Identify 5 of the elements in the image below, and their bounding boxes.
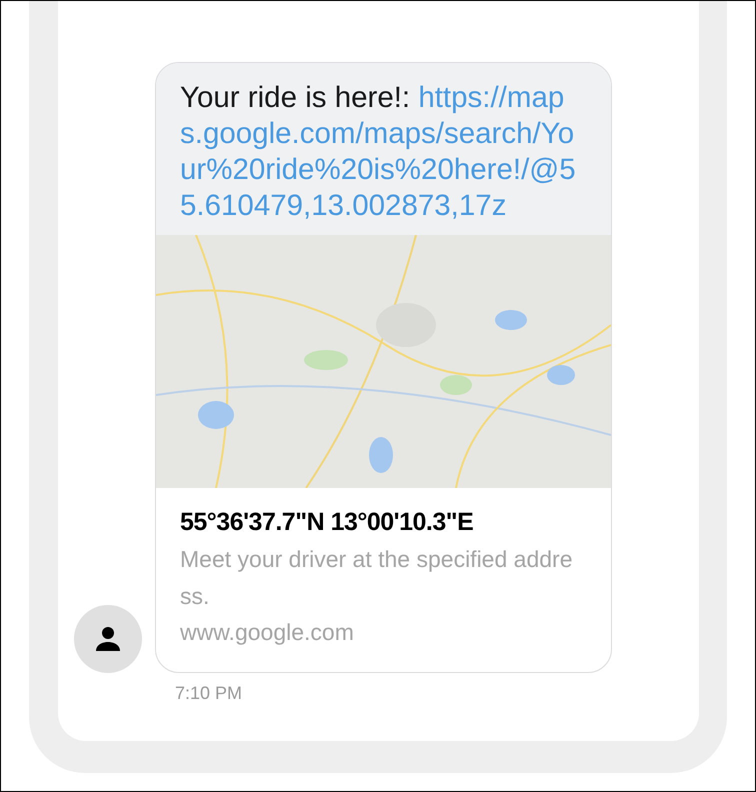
message-text: Your ride is here!: https://maps.google.com/maps/search/Your%20ride%20is%20here!/@55.610479,13.002873,17z: [156, 63, 611, 235]
link-domain: www.google.com: [180, 619, 355, 646]
location-title: 55°36'37.7"N 13°00'10.3"E: [180, 508, 474, 537]
timestamp: 7:10 PM: [175, 683, 244, 704]
location-description: Meet your driver at the specified address.: [180, 545, 574, 611]
